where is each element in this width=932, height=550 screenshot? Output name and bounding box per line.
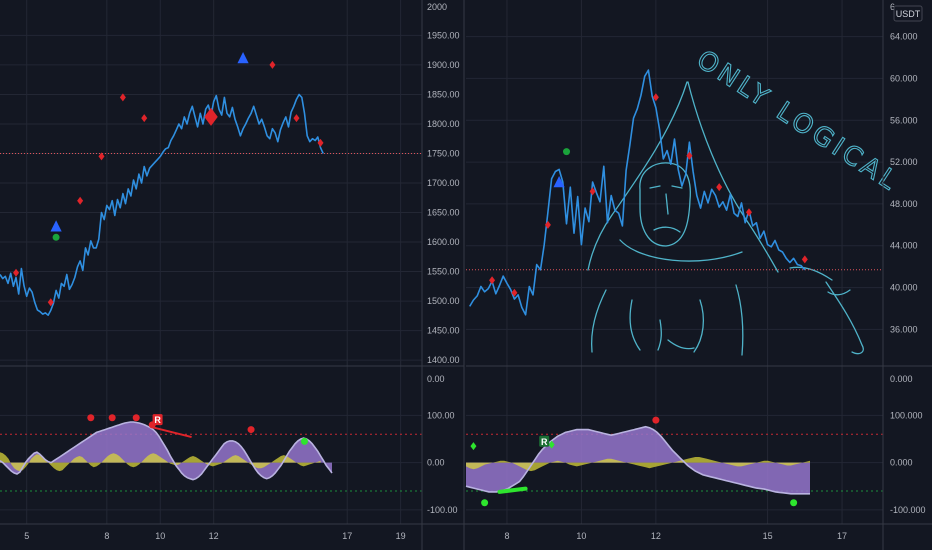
time-tick-label: 19 [396,531,406,541]
time-tick-label: 10 [155,531,165,541]
osc-green-signal-dot [790,499,798,507]
price-tick-label: 1800.00 [427,119,460,129]
osc-red-signal-dot [87,414,95,422]
osc-green-signal-dot [481,499,489,507]
osc-red-signal-dot [652,416,660,424]
osc-red-signal-dot [108,414,116,422]
osc-top-label: 0.00 [427,374,445,384]
price-tick-label: 56.000 [890,115,918,125]
osc-tick-label: 100.00 [427,410,455,420]
price-tick-label: 1700.00 [427,178,460,188]
buy-dot-marker [563,148,571,156]
osc-tick-label: -100.000 [890,505,926,515]
price-tick-label: 1550.00 [427,267,460,277]
unit-badge-label: USDT [896,9,921,19]
price-tick-label: 1400.00 [427,355,460,365]
time-tick-label: 5 [24,531,29,541]
time-tick-label: 15 [763,531,773,541]
price-tick-label: 1600.00 [427,237,460,247]
regular-divergence-label: R [154,415,161,425]
price-tick-label: 52.000 [890,157,918,167]
price-tick-label: 44.000 [890,241,918,251]
time-tick-label: 12 [209,531,219,541]
price-tick-label-cut: 2000 [427,2,447,12]
regular-divergence-label: R [541,437,548,447]
price-tick-label: 1650.00 [427,208,460,218]
osc-red-signal-dot [247,426,255,434]
time-tick-label: 17 [342,531,352,541]
time-tick-label: 8 [104,531,109,541]
buy-dot-marker [52,233,60,241]
price-tick-label: 1450.00 [427,326,460,336]
unit-badge-box[interactable]: USDT [893,5,923,22]
price-tick-label: 1500.00 [427,296,460,306]
osc-tick-label: 0.00 [427,458,445,468]
dual-chart-layout: R 1950.00 1900.00 1850.00 1800.00 1750.00 170… [0,0,932,550]
time-tick-label: 17 [837,531,847,541]
price-tick-label: 60.000 [890,73,918,83]
price-tick-label: 64.000 [890,32,918,42]
osc-tick-label: 0.000 [890,458,913,468]
chart-canvas[interactable]: R 1950.001900.001850.001800.001750.00170… [0,0,932,550]
price-tick-label: 40.000 [890,283,918,293]
osc-green-signal-dot [300,437,308,445]
price-tick-label: 36.000 [890,324,918,334]
time-tick-label: 10 [576,531,586,541]
osc-top-label: 0.000 [890,374,913,384]
osc-red-signal-dot [132,414,140,422]
time-tick-label: 8 [504,531,509,541]
price-tick-label: 1900.00 [427,60,460,70]
osc-tick-label: 100.000 [890,410,923,420]
osc-tick-label: -100.00 [427,505,458,515]
price-tick-label: 1750.00 [427,148,460,158]
price-tick-label: 48.000 [890,199,918,209]
time-tick-label: 12 [651,531,661,541]
price-tick-label: 1950.00 [427,30,460,40]
price-tick-label: 1850.00 [427,89,460,99]
